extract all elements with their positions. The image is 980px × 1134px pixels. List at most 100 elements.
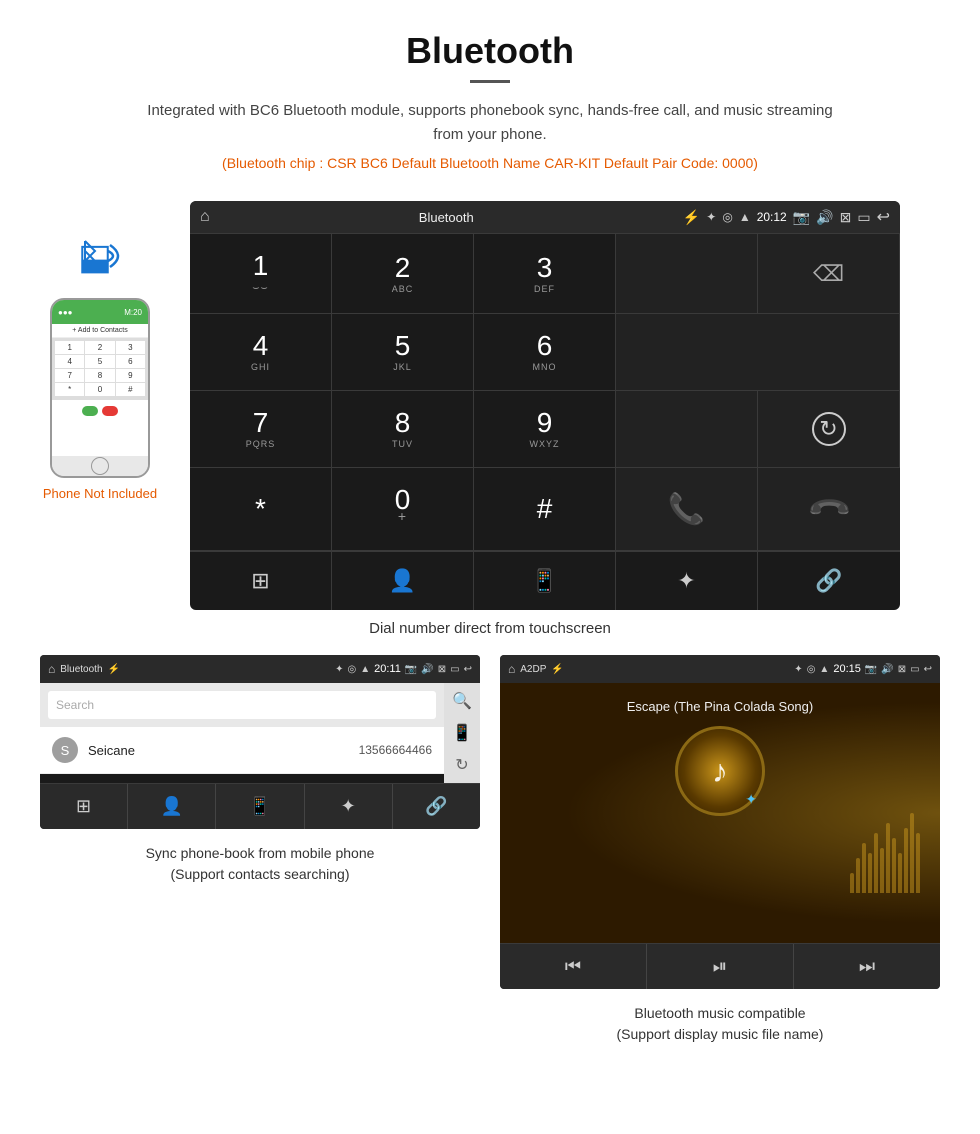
- eq-bar-10: [904, 828, 908, 893]
- dial-key-7[interactable]: 7 PQRS: [190, 391, 332, 468]
- pb-func-link[interactable]: 🔗: [393, 784, 480, 829]
- contact-name: Seicane: [88, 743, 359, 758]
- pb-func-row: ⊞ 👤 📱 ✦ 🔗: [40, 783, 480, 829]
- status-bar-right: ⚡ ✦ ◎ ▲ 20:12 📷 🔊 ⊠ ▭ ↩: [683, 207, 890, 227]
- music-bt-icon: ✦: [794, 664, 802, 675]
- volume-icon[interactable]: 🔊: [816, 209, 833, 226]
- pb-link-icon: 🔗: [425, 796, 447, 817]
- signal-icon: ▲: [739, 210, 751, 224]
- bluetooth-status-icon: ✦: [706, 210, 716, 224]
- pb-func-contacts[interactable]: 👤: [128, 784, 216, 829]
- func-dialpad-button[interactable]: ⊞: [190, 552, 332, 610]
- dial-key-3[interactable]: 3 DEF: [474, 234, 616, 314]
- bt-music-icon: ✦: [745, 791, 757, 808]
- phone-key-2: 2: [85, 341, 114, 354]
- eq-bar-12: [916, 833, 920, 893]
- music-func-play-pause[interactable]: ⏯: [647, 944, 794, 989]
- music-func-next[interactable]: ⏭: [794, 944, 940, 989]
- pb-back-icon[interactable]: ↩: [464, 664, 472, 675]
- dial-key-4[interactable]: 4 GHI: [190, 314, 332, 391]
- phone-home-area: [52, 456, 148, 476]
- music-loc-icon: ◎: [807, 664, 816, 675]
- contact-row[interactable]: S Seicane 13566664466: [40, 727, 444, 774]
- call-log-icon: 📱: [531, 568, 558, 594]
- music-home-icon[interactable]: ⌂: [508, 662, 515, 676]
- pb-dialpad-icon: ⊞: [76, 796, 91, 817]
- dial-key-8[interactable]: 8 TUV: [332, 391, 474, 468]
- dial-key-9[interactable]: 9 WXYZ: [474, 391, 616, 468]
- status-time: 20:12: [757, 210, 787, 224]
- dial-backspace-button[interactable]: ⌫: [758, 234, 900, 314]
- pb-home-icon[interactable]: ⌂: [48, 662, 55, 676]
- usb-icon: ⚡: [683, 209, 700, 226]
- eq-bar-5: [874, 833, 878, 893]
- refresh-icon: ↻: [812, 412, 846, 446]
- pb-win-icon: ▭: [450, 664, 459, 675]
- music-content-area: Escape (The Pina Colada Song): [500, 683, 940, 943]
- call-green-icon: 📞: [668, 492, 705, 527]
- phone-key-8: 8: [85, 369, 114, 382]
- link-icon: 🔗: [815, 568, 842, 594]
- func-contacts-button[interactable]: 👤: [332, 552, 474, 610]
- pb-vol-icon: 🔊: [421, 664, 433, 675]
- dial-key-hash[interactable]: #: [474, 468, 616, 551]
- music-back-icon[interactable]: ↩: [924, 664, 932, 675]
- dial-end-button[interactable]: 📞: [758, 468, 900, 551]
- phone-key-9: 9: [116, 369, 145, 382]
- phone-aside: ⬓ ●●● M:20 + Add to Contacts 1 2: [30, 201, 170, 501]
- phonebook-block: ⌂ Bluetooth ⚡ ✦ ◎ ▲ 20:11 📷 🔊 ⊠ ▭ ↩: [30, 655, 490, 1045]
- func-bluetooth-button[interactable]: ✦: [616, 552, 758, 610]
- page-description: Integrated with BC6 Bluetooth module, su…: [140, 99, 840, 147]
- bluetooth-func-icon: ✦: [677, 568, 695, 594]
- func-link-button[interactable]: 🔗: [758, 552, 900, 610]
- phone-mockup: ●●● M:20 + Add to Contacts 1 2 3 4 5 6 7…: [50, 298, 150, 478]
- back-icon[interactable]: ↩: [877, 207, 890, 227]
- pb-contacts-icon: 👤: [161, 796, 183, 817]
- window-icon[interactable]: ▭: [857, 209, 870, 226]
- main-caption: Dial number direct from touchscreen: [0, 620, 980, 637]
- pb-func-dialpad[interactable]: ⊞: [40, 784, 128, 829]
- dial-call-button[interactable]: 📞: [616, 468, 758, 551]
- title-divider: [470, 80, 510, 83]
- dial-refresh-button[interactable]: ↻: [758, 391, 900, 468]
- phone-key-star: *: [55, 383, 84, 396]
- phone-call-btn: [82, 406, 98, 416]
- dialpad-icon: ⊞: [251, 568, 269, 594]
- func-call-log-button[interactable]: 📱: [474, 552, 616, 610]
- pb-usb-icon: ⚡: [108, 664, 120, 675]
- eq-bar-7: [886, 823, 890, 893]
- phone-key-hash: #: [116, 383, 145, 396]
- home-icon[interactable]: ⌂: [200, 208, 210, 226]
- music-x-icon: ⊠: [898, 664, 906, 675]
- prev-icon: ⏮: [565, 956, 581, 977]
- music-vol-icon: 🔊: [881, 664, 893, 675]
- pb-func-call[interactable]: 📱: [216, 784, 304, 829]
- pb-refresh-icon[interactable]: ↻: [455, 755, 468, 775]
- bluetooth-icon-wrap: ⬓: [70, 231, 130, 286]
- music-block: ⌂ A2DP ⚡ ✦ ◎ ▲ 20:15 📷 🔊 ⊠ ▭ ↩: [490, 655, 950, 1045]
- music-func-prev[interactable]: ⏮: [500, 944, 647, 989]
- dial-empty-3: [616, 391, 758, 468]
- phone-carrier: M:20: [124, 308, 142, 317]
- dial-key-2[interactable]: 2 ABC: [332, 234, 474, 314]
- music-status-bar: ⌂ A2DP ⚡ ✦ ◎ ▲ 20:15 📷 🔊 ⊠ ▭ ↩: [500, 655, 940, 683]
- camera-icon[interactable]: 📷: [793, 209, 810, 226]
- dial-key-5[interactable]: 5 JKL: [332, 314, 474, 391]
- pb-search-icon[interactable]: 🔍: [452, 691, 472, 711]
- pb-phone-icon[interactable]: 📱: [452, 723, 472, 743]
- music-caption: Bluetooth music compatible (Support disp…: [617, 1003, 824, 1045]
- pb-func-bt[interactable]: ✦: [305, 784, 393, 829]
- dial-key-6[interactable]: 6 MNO: [474, 314, 616, 391]
- function-row: ⊞ 👤 📱 ✦ 🔗: [190, 551, 900, 610]
- eq-bar-2: [856, 858, 860, 893]
- dial-key-1[interactable]: 1 ⌣⌣: [190, 234, 332, 314]
- dial-key-0[interactable]: 0 +: [332, 468, 474, 551]
- screen-icon[interactable]: ⊠: [840, 209, 852, 226]
- search-input[interactable]: Search: [48, 691, 436, 719]
- dial-key-star[interactable]: *: [190, 468, 332, 551]
- music-song-title: Escape (The Pina Colada Song): [627, 699, 813, 714]
- music-func-row: ⏮ ⏯ ⏭: [500, 943, 940, 989]
- pb-sidebar-icons: 🔍 📱 ↻: [444, 683, 480, 783]
- dial-display-area: [616, 234, 758, 314]
- eq-bar-4: [868, 853, 872, 893]
